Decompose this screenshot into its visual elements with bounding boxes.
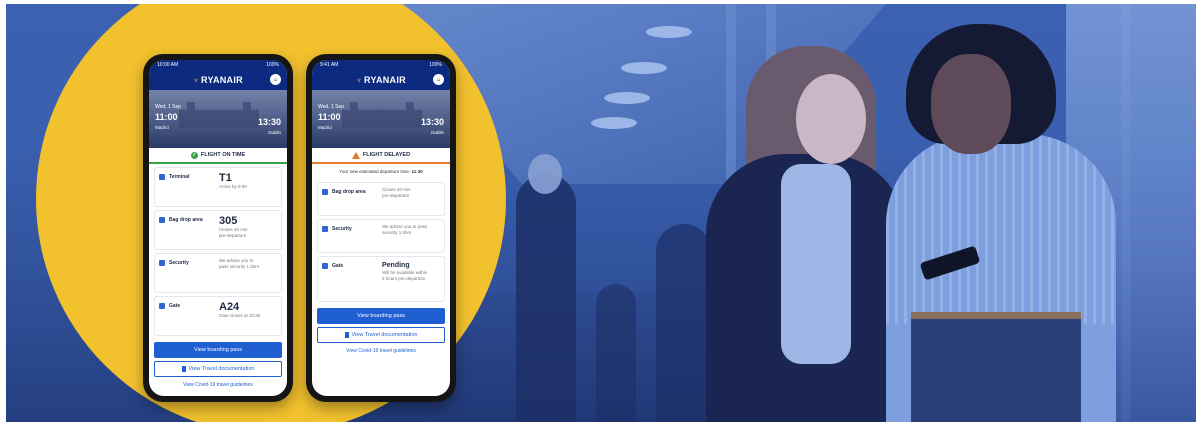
arrival-time: 13:30	[257, 117, 281, 127]
flight-status-banner: FLIGHT DELAYED	[312, 148, 450, 164]
phone-screen: 9:41 AM 100% ♆ RYANAIR ☺ Wed, 1 Sep 11:0…	[312, 60, 450, 396]
document-icon	[181, 366, 186, 372]
arrival-time: 13:30	[420, 117, 444, 127]
row-label: Security	[332, 226, 352, 232]
castle-illustration	[342, 102, 422, 128]
phone-mockup-on-time: 10:00 AM 100% ♆ RYANAIR ☺ Wed, 1 Sep 11:…	[143, 54, 293, 402]
view-boarding-pass-button[interactable]: View boarding pass	[317, 308, 445, 324]
info-row-bag-drop: Bag drop area 305 Closes 40 min pre-depa…	[154, 210, 282, 250]
departure-time: 11:00	[318, 112, 341, 122]
woman-right-face	[931, 54, 1011, 154]
gate-icon	[322, 263, 328, 269]
status-battery: 100%	[266, 62, 279, 68]
check-icon: ✓	[190, 151, 198, 159]
view-travel-documentation-button[interactable]: View Travel documentation	[154, 361, 282, 377]
button-label: View Travel documentation	[351, 332, 418, 338]
background-traveller	[596, 284, 636, 422]
estimate-time: 11:30	[411, 169, 423, 174]
row-label: Security	[169, 260, 189, 266]
bag-icon	[322, 189, 328, 195]
woman-left-face	[796, 74, 866, 164]
flight-status-text: FLIGHT ON TIME	[200, 152, 246, 158]
status-time: 10:00 AM	[157, 62, 179, 68]
flight-date: Wed, 1 Sep	[155, 104, 182, 110]
woman-right-shirt-stripes	[886, 134, 1116, 324]
bag-icon	[159, 217, 165, 223]
hero-banner: 10:00 AM 100% ♆ RYANAIR ☺ Wed, 1 Sep 11:…	[6, 4, 1196, 422]
row-label: Gate	[169, 303, 181, 309]
info-row-gate: Gate A24 Gate closes at 10:30	[154, 296, 282, 336]
row-detail: 2 hours pre-departure	[382, 276, 426, 281]
row-label: Bag drop area	[332, 189, 366, 195]
document-icon	[344, 332, 349, 338]
covid-guidelines-link[interactable]: View Covid-19 travel guidelines	[312, 348, 450, 354]
row-value: 305	[219, 215, 238, 227]
app-header: ♆ RYANAIR ☺	[312, 70, 450, 90]
flight-date: Wed, 1 Sep	[318, 104, 345, 110]
background-traveller	[516, 174, 576, 422]
ceiling-light	[591, 117, 637, 129]
app-header: ♆ RYANAIR ☺	[149, 70, 287, 90]
flight-hero: Wed, 1 Sep 11:00 13:30 Madrid Dublin	[312, 90, 450, 148]
harp-icon: ♆	[356, 75, 363, 85]
status-battery: 100%	[429, 62, 442, 68]
status-time: 9:41 AM	[320, 62, 339, 68]
estimate-text: Your new estimated departure time:	[339, 169, 411, 174]
info-row-security: Security We advise you to pass security …	[154, 253, 282, 293]
security-icon	[159, 260, 165, 266]
avatar[interactable]: ☺	[270, 74, 281, 85]
row-detail: pass security 1.5hrs	[219, 264, 260, 269]
row-label: Bag drop area	[169, 217, 203, 223]
status-bar: 10:00 AM 100%	[149, 60, 287, 70]
ceiling-light	[604, 92, 650, 104]
row-value: T1	[219, 172, 232, 184]
ceiling-light	[621, 62, 667, 74]
row-value: Pending	[382, 262, 410, 269]
security-icon	[322, 226, 328, 232]
phone-mockup-delayed: 9:41 AM 100% ♆ RYANAIR ☺ Wed, 1 Sep 11:0…	[306, 54, 456, 402]
location-pin-icon	[159, 174, 165, 180]
origin-city: Madrid	[318, 125, 332, 130]
info-row-security: Security We advise you to pass security …	[317, 219, 445, 253]
info-row-terminal: Terminal T1 Arrive by 9:00	[154, 167, 282, 207]
woman-right-jeans	[911, 319, 1081, 422]
origin-city: Madrid	[155, 125, 169, 130]
row-detail: security 1.5hrs	[382, 230, 412, 235]
row-detail: Arrive by 9:00	[219, 184, 247, 189]
brand-logo: RYANAIR	[201, 75, 243, 85]
row-detail: pre-departure	[219, 233, 247, 238]
button-label: View Travel documentation	[188, 366, 255, 372]
view-boarding-pass-button[interactable]: View boarding pass	[154, 342, 282, 358]
phone-screen: 10:00 AM 100% ♆ RYANAIR ☺ Wed, 1 Sep 11:…	[149, 60, 287, 396]
row-value: A24	[219, 301, 240, 313]
row-label: Terminal	[169, 174, 190, 180]
row-detail: Gate closes at 10:30	[219, 313, 261, 318]
row-detail: pre-departure	[382, 193, 410, 198]
flight-status-text: FLIGHT DELAYED	[362, 152, 411, 158]
background-traveller-head	[528, 154, 562, 194]
destination-city: Dublin	[431, 130, 444, 135]
gate-icon	[159, 303, 165, 309]
status-bar: 9:41 AM 100%	[312, 60, 450, 70]
avatar[interactable]: ☺	[433, 74, 444, 85]
brand-logo: RYANAIR	[364, 75, 406, 85]
harp-icon: ♆	[193, 75, 200, 85]
castle-illustration	[179, 102, 259, 128]
info-row-bag-drop: Bag drop area Closes 40 min pre-departur…	[317, 182, 445, 216]
estimated-departure-note: Your new estimated departure time: 11:30	[312, 164, 450, 179]
row-label: Gate	[332, 263, 344, 269]
ceiling-light	[646, 26, 692, 38]
view-travel-documentation-button[interactable]: View Travel documentation	[317, 327, 445, 343]
destination-city: Dublin	[268, 130, 281, 135]
info-row-gate: Gate Pending Will be available within 2 …	[317, 256, 445, 302]
flight-status-banner: ✓ FLIGHT ON TIME	[149, 148, 287, 164]
departure-time: 11:00	[155, 112, 178, 122]
warning-icon	[351, 151, 360, 159]
woman-left-shirt	[781, 164, 851, 364]
background-traveller	[656, 224, 711, 422]
flight-hero: Wed, 1 Sep 11:00 13:30 Madrid Dublin	[149, 90, 287, 148]
covid-guidelines-link[interactable]: View Covid-19 travel guidelines	[149, 382, 287, 388]
